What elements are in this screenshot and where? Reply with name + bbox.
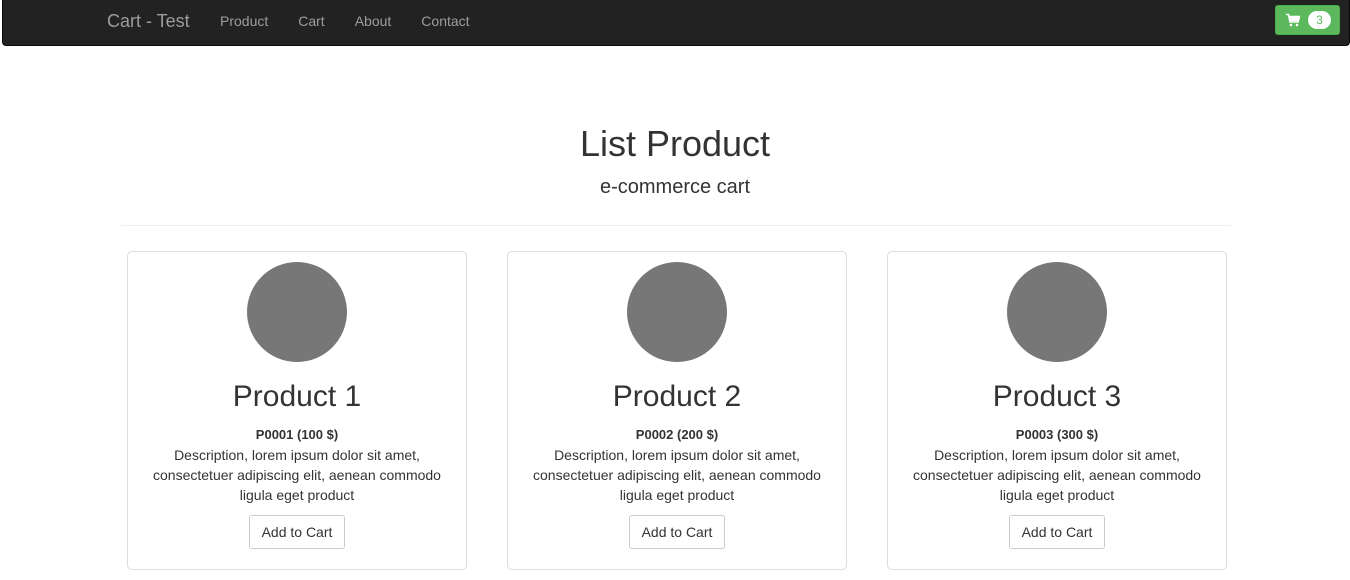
cart-count-badge: 3 xyxy=(1308,11,1331,29)
product-card: Product 1 P0001 (100 $) Description, lor… xyxy=(127,251,467,570)
page-header: List Product e-commerce cart xyxy=(0,124,1350,199)
header-divider xyxy=(121,225,1231,226)
nav-link-about[interactable]: About xyxy=(340,0,407,44)
product-card: Product 2 P0002 (200 $) Description, lor… xyxy=(507,251,847,570)
product-description: Description, lorem ipsum dolor sit amet,… xyxy=(533,447,821,503)
product-description: Description, lorem ipsum dolor sit amet,… xyxy=(913,447,1201,503)
product-description: Description, lorem ipsum dolor sit amet,… xyxy=(153,447,441,503)
product-image-placeholder xyxy=(1007,262,1107,362)
page-subtitle: e-commerce cart xyxy=(599,175,751,198)
product-image-placeholder xyxy=(627,262,727,362)
nav-link-cart[interactable]: Cart xyxy=(283,0,339,44)
product-card: Product 3 P0003 (300 $) Description, lor… xyxy=(887,251,1227,570)
product-code-price: P0003 (300 $) xyxy=(1015,427,1099,442)
product-code-price: P0001 (100 $) xyxy=(255,427,339,442)
add-to-cart-button[interactable]: Add to Cart xyxy=(628,515,726,549)
nav-link-product[interactable]: Product xyxy=(220,0,283,44)
cart-button[interactable]: 3 xyxy=(1275,5,1340,35)
top-navbar: Cart - Test Product Cart About Contact 3 xyxy=(2,0,1350,46)
page-title: List Product xyxy=(579,123,771,164)
product-code-price: P0002 (200 $) xyxy=(635,427,719,442)
shopping-cart-icon xyxy=(1286,13,1300,27)
nav-link-contact[interactable]: Contact xyxy=(406,0,484,44)
product-name: Product 3 xyxy=(992,380,1122,413)
product-name: Product 2 xyxy=(612,380,742,413)
product-image-placeholder xyxy=(247,262,347,362)
add-to-cart-button[interactable]: Add to Cart xyxy=(1008,515,1106,549)
product-name: Product 1 xyxy=(232,380,362,413)
add-to-cart-button[interactable]: Add to Cart xyxy=(248,515,346,549)
brand-link[interactable]: Cart - Test xyxy=(107,11,190,32)
nav-links: Product Cart About Contact xyxy=(220,0,485,44)
